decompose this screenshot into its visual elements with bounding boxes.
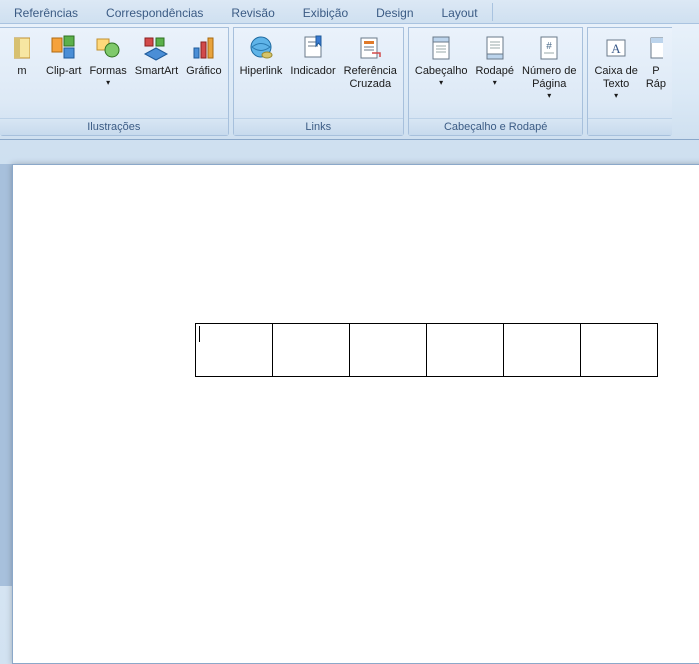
- shapes-label: Formas: [89, 65, 126, 78]
- table-cell[interactable]: [581, 324, 658, 377]
- group-headerfooter: Cabeçalho ▾ Rodapé ▾: [408, 27, 584, 136]
- svg-text:A: A: [611, 41, 621, 56]
- pagenumber-icon: #: [533, 32, 565, 64]
- tab-view[interactable]: Exibição: [289, 3, 362, 23]
- footer-button[interactable]: Rodapé ▾: [473, 30, 516, 118]
- clipart-label: Clip-art: [46, 65, 81, 78]
- table-row[interactable]: [196, 324, 658, 377]
- group-text-label-blank: [588, 118, 672, 135]
- group-links: Hiperlink Indicador: [233, 27, 404, 136]
- svg-text:#: #: [546, 41, 552, 52]
- table-cell[interactable]: [196, 324, 273, 377]
- document-page[interactable]: [12, 164, 699, 664]
- crossreference-button[interactable]: Referência Cruzada: [342, 30, 399, 118]
- chevron-down-icon: ▾: [614, 92, 618, 100]
- ribbon-tabs: Referências Correspondências Revisão Exi…: [0, 0, 699, 24]
- bookmark-label: Indicador: [290, 65, 335, 78]
- hyperlink-label: Hiperlink: [240, 65, 283, 78]
- textbox-icon: A: [600, 32, 632, 64]
- chart-button[interactable]: Gráfico: [184, 30, 223, 118]
- table-cell[interactable]: [504, 324, 581, 377]
- shapes-icon: [92, 32, 124, 64]
- bookmark-button[interactable]: Indicador: [288, 30, 337, 118]
- text-cursor: [199, 326, 200, 342]
- table-cell[interactable]: [350, 324, 427, 377]
- header-icon: [425, 32, 457, 64]
- group-illustrations: m Clip-art: [0, 27, 229, 136]
- tab-layout[interactable]: Layout: [428, 3, 492, 23]
- textbox-label: Caixa de Texto: [594, 65, 637, 91]
- tab-design[interactable]: Design: [362, 3, 427, 23]
- image-button-partial[interactable]: m: [4, 30, 40, 118]
- chevron-down-icon: ▾: [439, 79, 443, 87]
- chart-icon: [188, 32, 220, 64]
- image-icon: [6, 32, 38, 64]
- group-links-label: Links: [234, 118, 403, 135]
- table-cell[interactable]: [273, 324, 350, 377]
- group-illustrations-label: Ilustrações: [0, 118, 228, 135]
- crossreference-label: Referência Cruzada: [344, 65, 397, 91]
- tab-review[interactable]: Revisão: [217, 3, 288, 23]
- quickparts-icon: [649, 32, 663, 64]
- document-area: [0, 164, 699, 586]
- shapes-button[interactable]: Formas ▾: [87, 30, 128, 118]
- document-table[interactable]: [195, 323, 658, 377]
- footer-label: Rodapé: [475, 65, 514, 78]
- chevron-down-icon: ▾: [493, 79, 497, 87]
- bookmark-icon: [297, 32, 329, 64]
- quickparts-label-partial: P Ráp: [646, 65, 666, 91]
- table-cell[interactable]: [427, 324, 504, 377]
- image-label-partial: m: [17, 65, 26, 78]
- crossreference-icon: [354, 32, 386, 64]
- quickparts-button-partial[interactable]: P Ráp: [644, 30, 668, 118]
- tab-references[interactable]: Referências: [0, 3, 92, 23]
- clipart-icon: [48, 32, 80, 64]
- pagenumber-button[interactable]: # Número de Página ▾: [520, 30, 578, 118]
- smartart-label: SmartArt: [135, 65, 178, 78]
- footer-icon: [479, 32, 511, 64]
- group-text-partial: A Caixa de Texto ▾ P Ráp: [587, 27, 672, 136]
- group-headerfooter-label: Cabeçalho e Rodapé: [409, 118, 583, 135]
- chevron-down-icon: ▾: [547, 92, 551, 100]
- clipart-button[interactable]: Clip-art: [44, 30, 83, 118]
- hyperlink-button[interactable]: Hiperlink: [238, 30, 285, 118]
- tab-separator: [492, 3, 493, 21]
- header-button[interactable]: Cabeçalho ▾: [413, 30, 470, 118]
- header-label: Cabeçalho: [415, 65, 468, 78]
- smartart-button[interactable]: SmartArt: [133, 30, 180, 118]
- tab-mailings[interactable]: Correspondências: [92, 3, 217, 23]
- hyperlink-icon: [245, 32, 277, 64]
- chart-label: Gráfico: [186, 65, 221, 78]
- chevron-down-icon: ▾: [106, 79, 110, 87]
- textbox-button[interactable]: A Caixa de Texto ▾: [592, 30, 639, 118]
- ribbon: m Clip-art: [0, 24, 699, 140]
- smartart-icon: [140, 32, 172, 64]
- pagenumber-label: Número de Página: [522, 65, 576, 91]
